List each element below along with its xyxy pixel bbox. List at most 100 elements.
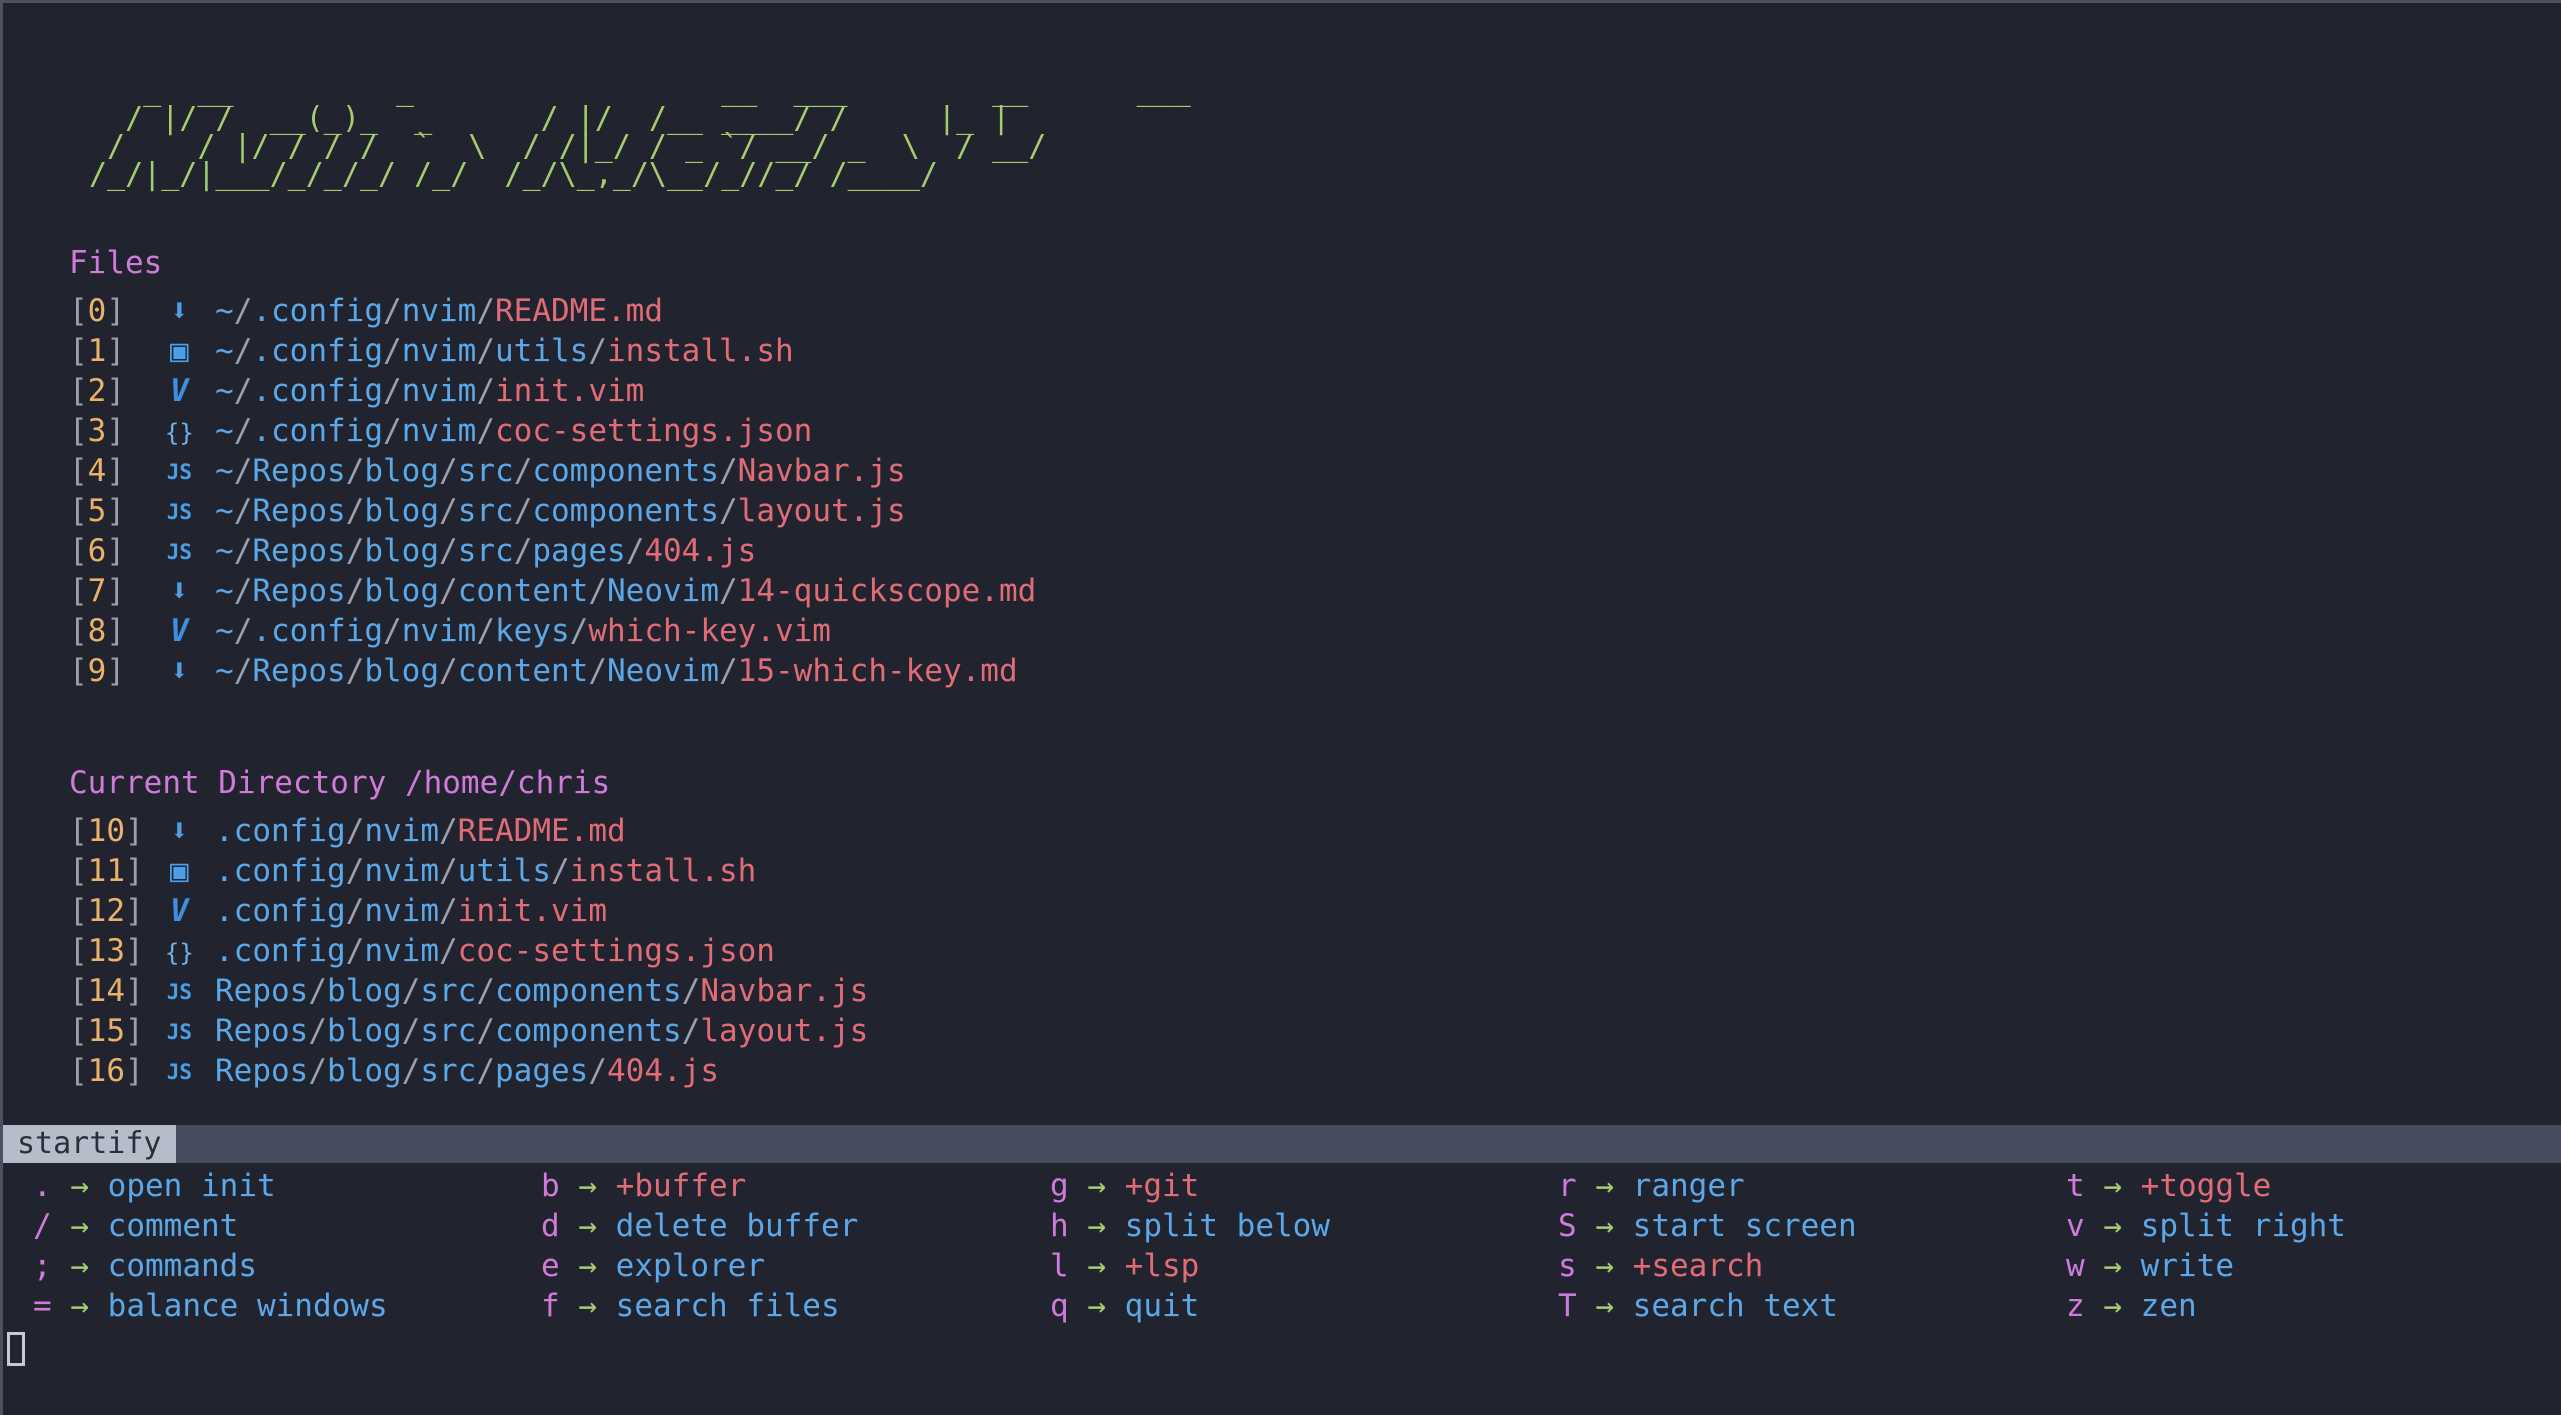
which-key-binding[interactable]: r → ranger bbox=[1558, 1166, 1857, 1206]
which-key-binding[interactable]: b → +buffer bbox=[541, 1166, 858, 1206]
which-key-column: b → +buffer d → delete buffer e → explorer… bbox=[541, 1166, 858, 1326]
entry-spacer bbox=[125, 373, 162, 409]
entry-index: [6] bbox=[69, 533, 126, 569]
startify-entry[interactable]: [3] {} ~/.config/nvim/coc-settings.json bbox=[69, 411, 812, 453]
entry-path: ~/.config/nvim/keys/which-key.vim bbox=[215, 613, 831, 649]
entry-path: Repos/blog/src/components/layout.js bbox=[215, 1013, 869, 1049]
which-key-binding[interactable]: g → +git bbox=[1050, 1166, 1330, 1206]
which-key-binding[interactable]: e → explorer bbox=[541, 1246, 858, 1286]
entry-index-number: 9 bbox=[87, 653, 107, 689]
entry-spacer bbox=[196, 893, 215, 929]
startify-entry[interactable]: [1] ▣ ~/.config/nvim/utils/install.sh bbox=[69, 331, 794, 371]
which-key-binding[interactable]: = → balance windows bbox=[33, 1286, 388, 1326]
which-key-key: b bbox=[541, 1168, 560, 1204]
which-key-binding[interactable]: l → +lsp bbox=[1050, 1246, 1330, 1286]
which-key-footer: . → open init / → comment; → commands = → … bbox=[3, 1166, 2561, 1341]
which-key-description: +lsp bbox=[1124, 1248, 1200, 1284]
javascript-icon: JS bbox=[166, 980, 192, 1004]
which-key-binding[interactable]: q → quit bbox=[1050, 1286, 1330, 1326]
entry-index-number: 12 bbox=[87, 893, 125, 929]
entry-index: [10] bbox=[69, 813, 144, 849]
startify-entry[interactable]: [7] ⬇ ~/Repos/blog/content/Neovim/14-qui… bbox=[69, 571, 1036, 611]
startify-entry[interactable]: [14] JS Repos/blog/src/components/Navbar… bbox=[69, 971, 868, 1012]
which-key-binding[interactable]: w → write bbox=[2066, 1246, 2346, 1286]
startify-entry[interactable]: [11] ▣ .config/nvim/utils/install.sh bbox=[69, 851, 756, 891]
entry-path: ~/Repos/blog/src/pages/404.js bbox=[215, 533, 757, 569]
which-key-binding[interactable]: z → zen bbox=[2066, 1286, 2346, 1326]
entry-spacer bbox=[125, 333, 162, 369]
entry-index: [13] bbox=[69, 933, 144, 969]
entry-path: .config/nvim/README.md bbox=[215, 813, 626, 849]
neovim-startify-screen[interactable]: _ __ _ __ ___ __ ___ / |/ / __(_)_ _ / |… bbox=[3, 3, 2561, 1415]
which-key-binding[interactable]: . → open init bbox=[33, 1166, 388, 1206]
entry-index: [11] bbox=[69, 853, 144, 889]
text-cursor bbox=[7, 1332, 25, 1366]
arrow-icon: → bbox=[1576, 1168, 1633, 1204]
entry-path: Repos/blog/src/components/Navbar.js bbox=[215, 973, 869, 1009]
entry-spacer bbox=[125, 533, 162, 569]
which-key-binding[interactable]: t → +toggle bbox=[2066, 1166, 2346, 1206]
javascript-icon: JS bbox=[166, 1060, 192, 1084]
which-key-binding[interactable]: h → split below bbox=[1050, 1206, 1330, 1246]
arrow-icon: → bbox=[1068, 1168, 1125, 1204]
markdown-icon: ⬇ bbox=[170, 573, 189, 609]
entry-spacer bbox=[144, 853, 163, 889]
which-key-binding[interactable]: d → delete buffer bbox=[541, 1206, 858, 1246]
entry-index: [3] bbox=[69, 413, 126, 449]
entry-spacer bbox=[196, 613, 215, 649]
which-key-binding[interactable]: T → search text bbox=[1558, 1286, 1857, 1326]
which-key-description: delete buffer bbox=[615, 1208, 859, 1244]
which-key-description: comment bbox=[107, 1208, 239, 1244]
entry-index-number: 14 bbox=[87, 973, 125, 1009]
which-key-binding[interactable]: / → comment bbox=[33, 1206, 388, 1246]
which-key-column: r → ranger S → start screen s → +search T →… bbox=[1558, 1166, 1857, 1326]
markdown-icon: ⬇ bbox=[170, 653, 189, 689]
which-key-binding[interactable]: v → split right bbox=[2066, 1206, 2346, 1246]
startify-entry[interactable]: [5] JS ~/Repos/blog/src/components/layou… bbox=[69, 491, 906, 532]
startify-entry[interactable]: [9] ⬇ ~/Repos/blog/content/Neovim/15-whi… bbox=[69, 651, 1018, 691]
arrow-icon: → bbox=[2084, 1288, 2141, 1324]
entry-filename: Navbar.js bbox=[737, 453, 906, 489]
startify-entry[interactable]: [6] JS ~/Repos/blog/src/pages/404.js bbox=[69, 531, 756, 572]
entry-filename: which-key.vim bbox=[588, 613, 831, 649]
which-key-key: s bbox=[1558, 1248, 1577, 1284]
which-key-binding[interactable]: ; → commands bbox=[33, 1246, 388, 1286]
which-key-description: +toggle bbox=[2140, 1168, 2272, 1204]
startify-entry[interactable]: [10] ⬇ .config/nvim/README.md bbox=[69, 811, 626, 851]
which-key-binding[interactable]: f → search files bbox=[541, 1286, 858, 1326]
which-key-binding[interactable]: S → start screen bbox=[1558, 1206, 1857, 1246]
entry-path: .config/nvim/utils/install.sh bbox=[215, 853, 757, 889]
entry-spacer bbox=[125, 453, 162, 489]
entry-spacer bbox=[196, 373, 215, 409]
startify-entry[interactable]: [8] V ~/.config/nvim/keys/which-key.vim bbox=[69, 611, 831, 651]
arrow-icon: → bbox=[1068, 1248, 1125, 1284]
startify-entry[interactable]: [2] V ~/.config/nvim/init.vim bbox=[69, 371, 644, 411]
arrow-icon: → bbox=[2084, 1248, 2141, 1284]
entry-path: .config/nvim/init.vim bbox=[215, 893, 607, 929]
startify-entry[interactable]: [15] JS Repos/blog/src/components/layout… bbox=[69, 1011, 868, 1052]
entry-spacer bbox=[125, 613, 162, 649]
entry-index-number: 1 bbox=[87, 333, 107, 369]
which-key-key: l bbox=[1050, 1248, 1069, 1284]
javascript-icon: JS bbox=[166, 1020, 192, 1044]
startify-entry[interactable]: [0] ⬇ ~/.config/nvim/README.md bbox=[69, 291, 663, 331]
entry-index-number: 8 bbox=[87, 613, 107, 649]
javascript-icon: JS bbox=[166, 540, 192, 564]
entry-index-number: 0 bbox=[87, 293, 107, 329]
entry-filename: README.md bbox=[457, 813, 626, 849]
entry-spacer bbox=[196, 853, 215, 889]
entry-spacer bbox=[125, 653, 162, 689]
which-key-column: g → +git h → split below l → +lsp q → quit bbox=[1050, 1166, 1330, 1326]
entry-index: [0] bbox=[69, 293, 126, 329]
entry-spacer bbox=[196, 293, 215, 329]
startify-entry[interactable]: [4] JS ~/Repos/blog/src/components/Navba… bbox=[69, 451, 906, 492]
entry-index: [9] bbox=[69, 653, 126, 689]
which-key-key: g bbox=[1050, 1168, 1069, 1204]
startify-entry[interactable]: [12] V .config/nvim/init.vim bbox=[69, 891, 607, 931]
startify-entry[interactable]: [13] {} .config/nvim/coc-settings.json bbox=[69, 931, 775, 973]
startify-entry[interactable]: [16] JS Repos/blog/src/pages/404.js bbox=[69, 1051, 719, 1092]
which-key-description: write bbox=[2140, 1248, 2234, 1284]
vim-icon: V bbox=[170, 373, 189, 409]
which-key-key: S bbox=[1558, 1208, 1577, 1244]
which-key-binding[interactable]: s → +search bbox=[1558, 1246, 1857, 1286]
